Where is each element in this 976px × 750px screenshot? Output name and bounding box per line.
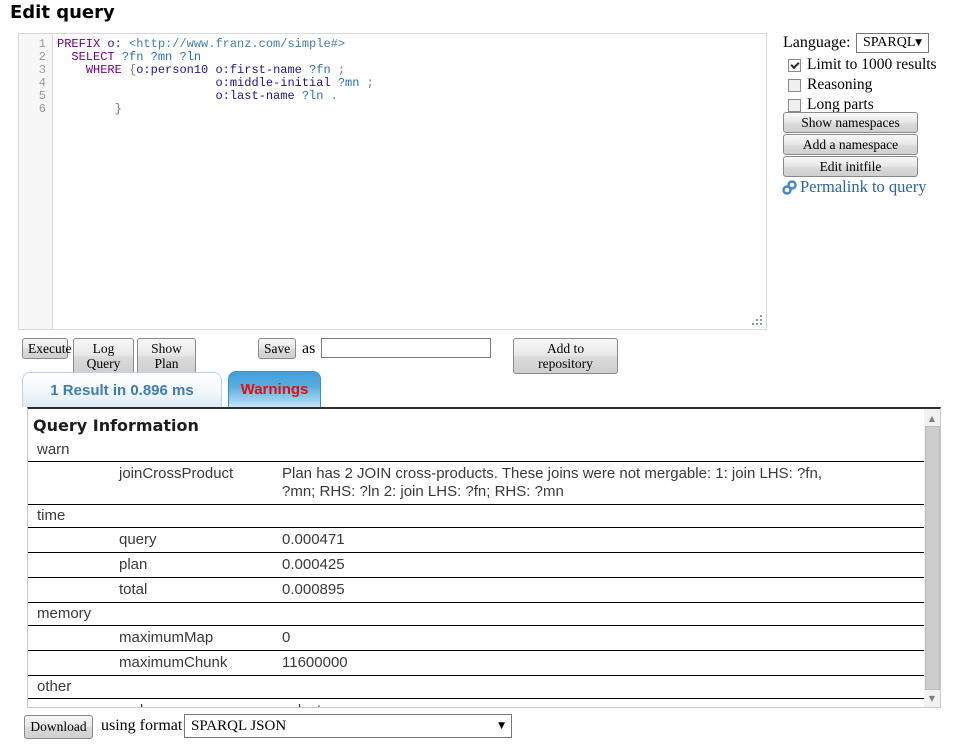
section-row-memory: memory bbox=[28, 603, 924, 626]
results-tab-bar: 1 Result in 0.896 msWarnings bbox=[22, 371, 321, 407]
tab-warnings[interactable]: Warnings bbox=[228, 371, 321, 407]
add-a-namespace-button[interactable]: Add a namespace bbox=[783, 134, 918, 155]
item-name: verb bbox=[119, 702, 282, 707]
checkbox-label: Reasoning bbox=[807, 76, 872, 94]
format-select-value: SPARQL JSON bbox=[191, 718, 286, 735]
page-title: Edit query bbox=[10, 2, 115, 23]
checkbox-row-limit-to-1000-results: Limit to 1000 results bbox=[788, 55, 937, 75]
code-line: o:last-name ?ln . bbox=[57, 90, 766, 103]
section-row-warn: warn bbox=[28, 439, 924, 462]
item-row-plan: plan0.000425 bbox=[28, 553, 924, 578]
checkbox-row-reasoning: Reasoning bbox=[788, 75, 937, 95]
checkbox-limit-to-1000-results[interactable] bbox=[788, 59, 801, 72]
language-select-value: SPARQL bbox=[863, 35, 915, 51]
checkbox-label: Limit to 1000 results bbox=[807, 56, 937, 74]
checkbox-long-parts[interactable] bbox=[788, 99, 801, 112]
save-as-label: as bbox=[302, 340, 315, 358]
item-row-query: query0.000471 bbox=[28, 528, 924, 553]
item-row-joincrossproduct: joinCrossProductPlan has 2 JOIN cross-pr… bbox=[28, 462, 924, 505]
editor-code[interactable]: PREFIX o: <http://www.franz.com/simple#>… bbox=[53, 34, 766, 329]
scrollbar-thumb[interactable] bbox=[925, 426, 940, 690]
language-label: Language: bbox=[783, 34, 851, 52]
chevron-down-icon: ▼ bbox=[498, 721, 505, 731]
link-icon bbox=[781, 179, 798, 196]
item-value: 11600000 bbox=[282, 654, 827, 672]
using-format-label: using format bbox=[101, 717, 182, 735]
item-name: total bbox=[119, 581, 282, 599]
options-checkbox-group: Limit to 1000 resultsReasoningLong parts bbox=[788, 55, 937, 115]
item-value: 0.000895 bbox=[282, 581, 827, 599]
format-select[interactable]: SPARQL JSON ▼ bbox=[184, 714, 512, 738]
item-name: joinCrossProduct bbox=[119, 465, 282, 501]
add-to-repository-button[interactable]: Add to repository bbox=[513, 338, 618, 374]
save-name-input[interactable] bbox=[321, 338, 491, 358]
tab-1-result-in-0-896-ms[interactable]: 1 Result in 0.896 ms bbox=[22, 372, 222, 407]
section-row-time: time bbox=[28, 505, 924, 528]
section-row-other: other bbox=[28, 676, 924, 699]
item-value: select bbox=[282, 702, 827, 707]
item-name: maximumMap bbox=[119, 629, 282, 647]
permalink-link[interactable]: Permalink to query bbox=[781, 177, 926, 197]
vertical-scrollbar[interactable]: ▲ ▼ bbox=[924, 409, 940, 707]
item-row-total: total0.000895 bbox=[28, 578, 924, 603]
language-select[interactable]: SPARQL ▼ bbox=[856, 33, 929, 53]
item-value: 0 bbox=[282, 629, 827, 647]
query-editor[interactable]: 123456 PREFIX o: <http://www.franz.com/s… bbox=[18, 33, 767, 330]
item-value: Plan has 2 JOIN cross-products. These jo… bbox=[282, 465, 827, 501]
execute-button[interactable]: Execute bbox=[22, 338, 68, 359]
code-line: } bbox=[57, 103, 766, 116]
namespace-button-group: Show namespacesAdd a namespaceEdit initf… bbox=[783, 112, 918, 178]
item-row-maximumchunk: maximumChunk11600000 bbox=[28, 651, 924, 676]
save-button[interactable]: Save bbox=[258, 338, 296, 359]
show-plan-button[interactable]: Show Plan bbox=[137, 338, 196, 374]
results-panel: Query Information warnjoinCrossProductPl… bbox=[27, 407, 941, 708]
permalink-label: Permalink to query bbox=[800, 177, 926, 197]
item-value: 0.000471 bbox=[282, 531, 827, 549]
resize-grip-icon[interactable] bbox=[751, 314, 763, 326]
item-row-verb: verbselect bbox=[28, 699, 924, 707]
item-row-maximummap: maximumMap0 bbox=[28, 626, 924, 651]
query-information-table: Query Information warnjoinCrossProductPl… bbox=[28, 409, 924, 707]
item-name: query bbox=[119, 531, 282, 549]
item-value: 0.000425 bbox=[282, 556, 827, 574]
show-namespaces-button[interactable]: Show namespaces bbox=[783, 112, 918, 133]
editor-gutter: 123456 bbox=[19, 34, 53, 329]
line-number: 4 bbox=[19, 77, 52, 90]
item-name: maximumChunk bbox=[119, 654, 282, 672]
checkbox-reasoning[interactable] bbox=[788, 79, 801, 92]
line-number: 1 bbox=[19, 38, 52, 51]
log-query-button[interactable]: Log Query bbox=[73, 338, 134, 374]
line-number: 5 bbox=[19, 90, 52, 103]
download-button[interactable]: Download bbox=[24, 715, 93, 739]
edit-initfile-button[interactable]: Edit initfile bbox=[783, 156, 918, 177]
line-number: 3 bbox=[19, 64, 52, 77]
query-info-heading: Query Information bbox=[33, 416, 924, 435]
scroll-down-icon[interactable]: ▼ bbox=[924, 690, 940, 706]
scroll-up-icon[interactable]: ▲ bbox=[924, 410, 940, 426]
chevron-down-icon: ▼ bbox=[915, 38, 922, 48]
item-name: plan bbox=[119, 556, 282, 574]
line-number: 6 bbox=[19, 103, 52, 116]
query-info-rows: warnjoinCrossProductPlan has 2 JOIN cros… bbox=[28, 439, 924, 707]
line-number: 2 bbox=[19, 51, 52, 64]
